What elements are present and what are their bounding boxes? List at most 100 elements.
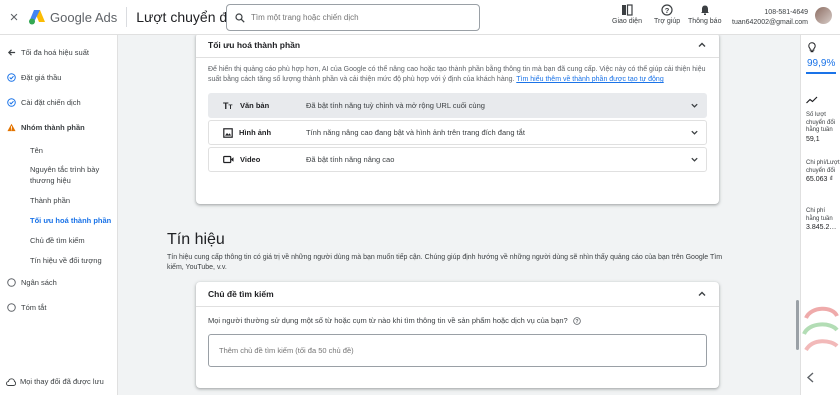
asset-row-name: T T Văn bản xyxy=(223,101,306,110)
product-name: Google Ads xyxy=(50,9,118,25)
search-topics-card: Chủ đề tìm kiếm Mọi người thường sử dụng… xyxy=(196,282,719,388)
sidebar-item-asset-group[interactable]: Nhóm thành phần xyxy=(0,115,117,140)
arrow-back-icon xyxy=(7,49,16,56)
search-topic-input[interactable] xyxy=(219,346,679,355)
help-icon[interactable]: ? xyxy=(572,316,581,325)
sidebar-subitem-name[interactable]: Tên xyxy=(0,140,117,160)
search-box[interactable] xyxy=(226,4,480,31)
asset-row-status: Đã bật tính năng nâng cao xyxy=(306,155,395,164)
search-icon xyxy=(235,12,245,23)
sidebar-item-budget[interactable]: Ngân sách xyxy=(0,270,117,295)
asset-row-label: Hình ảnh xyxy=(239,128,272,137)
sidebar-item-label: Nhóm thành phần xyxy=(21,123,85,132)
asset-row-name: Video xyxy=(223,155,306,164)
sidebar-subitem-brand-guidelines[interactable]: Nguyên tắc trình bày thương hiệu xyxy=(0,160,117,190)
sidebar: Tối đa hoá hiệu suất Đặt giá thầu Cài đặ… xyxy=(0,35,118,395)
help-button[interactable]: ? Trợ giúp xyxy=(654,4,680,25)
notifications-button[interactable]: Thông báo xyxy=(688,4,721,25)
asset-row-name: Hình ảnh xyxy=(223,127,306,138)
cloud-done-icon xyxy=(6,377,16,386)
warning-icon xyxy=(7,123,16,132)
sidebar-item-bidding[interactable]: Đặt giá thầu xyxy=(0,65,117,90)
svg-text:?: ? xyxy=(575,318,578,324)
asset-optimization-header[interactable]: Tối ưu hoá thành phần xyxy=(196,35,719,58)
optimization-score[interactable]: 99,9% xyxy=(807,58,835,69)
sidebar-subitem-search-topics[interactable]: Chủ đề tìm kiếm xyxy=(0,230,117,250)
metric-value: 59,1 xyxy=(806,135,820,143)
asset-row-label: Video xyxy=(240,155,261,164)
sidebar-subitem-audience-signals[interactable]: Tín hiệu về đối tượng xyxy=(0,250,117,270)
chevron-up-icon[interactable] xyxy=(697,40,707,50)
chevron-down-icon[interactable] xyxy=(690,155,699,164)
text-icon: T T xyxy=(223,101,233,110)
asset-row-image[interactable]: Hình ảnh Tính năng nâng cao đang bật và … xyxy=(208,120,707,145)
close-icon[interactable]: × xyxy=(0,9,28,26)
account-id: 108-581-4649 xyxy=(764,9,808,16)
saved-label: Mọi thay đổi đã được lưu xyxy=(20,377,104,386)
check-circle-icon xyxy=(7,98,16,107)
sidebar-item-label: Tối đa hoá hiệu suất xyxy=(21,48,89,57)
optimization-score-bar xyxy=(806,72,836,74)
signals-title: Tín hiệu xyxy=(167,231,225,248)
appearance-button[interactable]: Giao diện xyxy=(612,4,642,25)
metric-label: Số lượt chuyển đổi hằng tuần xyxy=(806,112,836,133)
collapse-panel-icon[interactable] xyxy=(806,372,815,383)
chevron-down-icon[interactable] xyxy=(690,128,699,137)
metric-value: 3.845.2… xyxy=(806,224,837,231)
asset-row-text[interactable]: T T Văn bản Đã bật tính năng tuỳ chỉnh v… xyxy=(208,93,707,118)
check-circle-icon xyxy=(7,73,16,82)
account-email: tuan642002@gmail.com xyxy=(732,19,808,26)
asset-row-status: Tính năng nâng cao đang bật và hình ảnh … xyxy=(306,128,525,137)
chevron-down-icon[interactable] xyxy=(690,101,699,110)
asset-row-label: Văn bản xyxy=(240,101,270,110)
sidebar-item-campaign-settings[interactable]: Cài đặt chiến dịch xyxy=(0,90,117,115)
search-topic-field[interactable] xyxy=(208,334,707,367)
learn-more-link[interactable]: Tìm hiểu thêm về thành phần được tạo tự … xyxy=(516,76,663,83)
metric-weekly-conversions: Số lượt chuyển đổi hằng tuần 59,1 xyxy=(806,112,840,143)
search-input[interactable] xyxy=(251,13,471,22)
metric-value: 65.063 ₫ xyxy=(806,176,833,183)
sidebar-item-summary[interactable]: Tóm tắt xyxy=(0,295,117,320)
help-icon: ? xyxy=(661,4,673,16)
signals-description: Tín hiệu cung cấp thông tin có giá trị v… xyxy=(167,254,723,271)
sidebar-item-label: Tóm tắt xyxy=(21,303,47,312)
page-title: Lượt chuyển đổi xyxy=(136,9,239,25)
sidebar-item-label: Ngân sách xyxy=(21,278,57,287)
help-label: Trợ giúp xyxy=(654,18,681,25)
metric-weekly-cost: Chi phí hằng tuần 3.845.2… xyxy=(806,208,840,232)
empty-circle-icon xyxy=(7,303,16,312)
sidebar-item-label: Đặt giá thầu xyxy=(21,73,62,82)
svg-text:?: ? xyxy=(665,6,670,15)
divider xyxy=(126,7,128,27)
asset-row-video[interactable]: Video Đã bật tính năng nâng cao xyxy=(208,147,707,172)
main-content: Tối ưu hoá thành phần Để hiển thị quảng … xyxy=(118,35,793,395)
sidebar-subitem-assets[interactable]: Thành phần xyxy=(0,190,117,210)
search-topics-title: Chủ đề tìm kiếm xyxy=(208,289,274,299)
asset-optimization-description: Để hiển thị quảng cáo phù hợp hơn, AI củ… xyxy=(196,58,719,85)
search-topics-header[interactable]: Chủ đề tìm kiếm xyxy=(196,282,719,307)
account-info[interactable]: 108-581-4649 tuan642002@gmail.com xyxy=(728,8,808,28)
sidebar-item-max-performance[interactable]: Tối đa hoá hiệu suất xyxy=(0,40,117,65)
sidebar-subitem-asset-optimization[interactable]: Tối ưu hoá thành phần xyxy=(0,210,117,230)
empty-circle-icon xyxy=(7,278,16,287)
top-bar: × Google Ads Lượt chuyển đổi Giao diện ?… xyxy=(0,0,840,35)
scrollbar[interactable] xyxy=(796,300,799,350)
question-text: Mọi người thường sử dụng một số từ hoặc … xyxy=(208,316,568,325)
asset-row-status: Đã bật tính năng tuỳ chỉnh và mở rộng UR… xyxy=(306,101,485,110)
appearance-icon xyxy=(621,4,633,16)
google-ads-logo[interactable]: Google Ads xyxy=(28,9,117,25)
trend-icon xyxy=(806,96,818,104)
svg-text:T: T xyxy=(229,104,233,110)
watermark-logo xyxy=(802,306,839,352)
image-icon xyxy=(223,127,233,138)
search-topics-question: Mọi người thường sử dụng một số từ hoặc … xyxy=(196,307,719,325)
appearance-label: Giao diện xyxy=(612,18,642,25)
bell-icon xyxy=(700,5,709,15)
metric-label: Chi phí/Lượt chuyển đổi xyxy=(806,160,840,174)
avatar[interactable] xyxy=(815,7,832,24)
asset-optimization-title: Tối ưu hoá thành phần xyxy=(208,40,301,50)
metric-label: Chi phí hằng tuần xyxy=(806,208,833,222)
lightbulb-icon xyxy=(808,42,816,53)
sidebar-item-label: Cài đặt chiến dịch xyxy=(21,98,81,107)
chevron-up-icon[interactable] xyxy=(697,289,707,299)
